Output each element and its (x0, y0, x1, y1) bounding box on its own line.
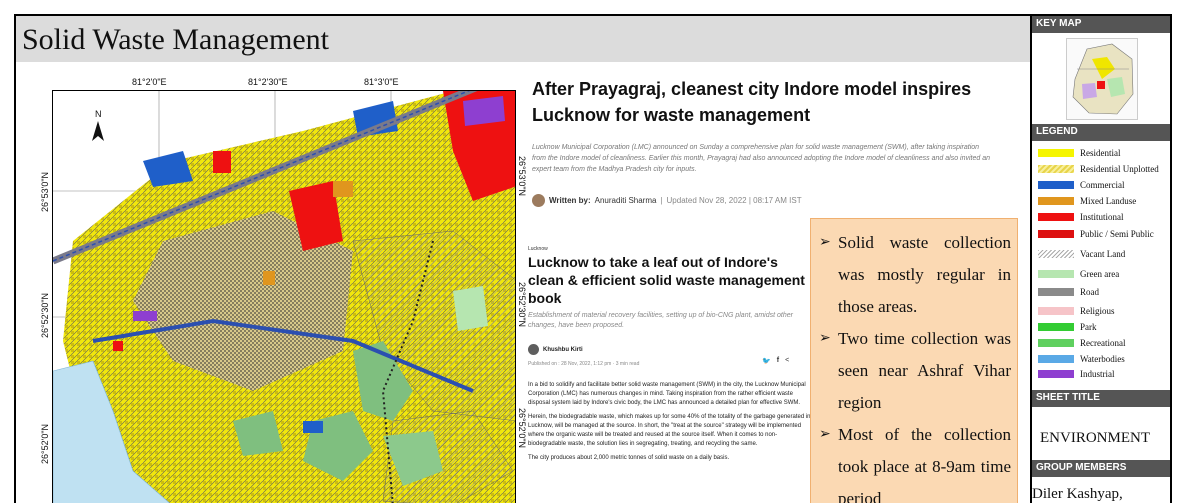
article1-byline: Written by: Anuraditi Sharma | Updated N… (532, 194, 802, 207)
legend-label: Public / Semi Public (1080, 229, 1154, 239)
legend-item: Residential (1038, 148, 1121, 158)
legend-swatch (1038, 250, 1074, 258)
legend-label: Residential (1080, 148, 1121, 158)
legend-swatch (1038, 165, 1074, 173)
legend-item: Green area (1038, 269, 1119, 279)
legend-swatch (1038, 270, 1074, 278)
article2-body: In a bid to solidify and facilitate bett… (528, 381, 812, 468)
article2-summary: Establishment of material recovery facil… (528, 312, 793, 329)
legend-label: Institutional (1080, 212, 1124, 222)
legend-item: Religious (1038, 306, 1115, 316)
legend-item: Industrial (1038, 369, 1115, 379)
map-graphic: N (53, 91, 515, 503)
legend-item: Waterbodies (1038, 354, 1125, 364)
note-text: Most of the collection took place at 8-9… (838, 425, 1011, 503)
author-avatar (532, 194, 545, 207)
article1-summary: Lucknow Municipal Corporation (LMC) anno… (532, 144, 991, 173)
legend-swatch (1038, 288, 1074, 296)
legend-label: Religious (1080, 306, 1115, 316)
legend-label: Road (1080, 287, 1099, 297)
article2-author-row: Khushbu Kirti (528, 344, 583, 355)
written-by-label: Written by: (549, 196, 591, 205)
note-text: Two time collection was seen near Ashraf… (838, 329, 1011, 412)
map-left-tick-2: 26°52'30"N (40, 292, 50, 338)
arrow-bullet-icon: ➢ (819, 331, 831, 346)
key-map-header: KEY MAP (1032, 16, 1170, 33)
legend-swatch (1038, 181, 1074, 189)
legend-label: Recreational (1080, 338, 1126, 348)
arrow-bullet-icon: ➢ (819, 235, 831, 250)
legend-swatch (1038, 323, 1074, 331)
legend-item: Recreational (1038, 338, 1125, 348)
article2-headline: Lucknow to take a leaf out of Indore's c… (528, 254, 805, 306)
legend-swatch (1038, 197, 1074, 205)
legend-header: LEGEND (1032, 124, 1170, 141)
map-top-tick-2: 81°2'30"E (248, 77, 288, 87)
legend-swatch (1038, 149, 1074, 157)
legend-item: Commercial (1038, 180, 1125, 190)
legend-label: Vacant Land (1080, 249, 1126, 259)
poster-sheet: Solid Waste Management N 81°2'0"E 81°2'3… (14, 14, 1172, 503)
facebook-icon[interactable]: f (777, 357, 779, 365)
map-right-tick-1: 26°53'0"N (517, 156, 527, 197)
share-icons: 🐦 f < (762, 357, 789, 365)
legend-label: Green area (1080, 269, 1120, 279)
twitter-icon[interactable]: 🐦 (762, 357, 771, 365)
legend-label: Waterbodies (1080, 354, 1125, 364)
group-member-name: Diler Kashyap, (1032, 486, 1123, 502)
legend-label: Park (1080, 322, 1097, 332)
arrow-bullet-icon: ➢ (819, 427, 831, 442)
sheet-title: ENVIRONMENT (1040, 430, 1150, 446)
article2-paragraph: In a bid to solidify and facilitate bett… (528, 382, 806, 406)
article1-headline: After Prayagraj, cleanest city Indore mo… (532, 79, 972, 125)
article2-paragraph: The city produces about 2,000 metric ton… (528, 455, 730, 461)
article2-paragraph: Herein, the biodegradable waste, which m… (528, 414, 811, 447)
legend-label: Mixed Landuse (1080, 196, 1137, 206)
legend-swatch (1038, 355, 1074, 363)
author-avatar (528, 344, 539, 355)
note-item: ➢ Two time collection was seen near Ashra… (819, 323, 1011, 419)
map-top-tick-3: 81°3'0"E (364, 77, 399, 87)
article2-published: Published on : 28 Nov, 2022, 1:12 pm · 3… (528, 361, 640, 367)
share-icon[interactable]: < (785, 357, 789, 365)
map-left-tick-1: 26°53'0"N (40, 171, 50, 212)
article2-section: Lucknow (528, 246, 548, 252)
legend-item: Vacant Land (1038, 249, 1125, 259)
legend-label: Industrial (1080, 369, 1115, 379)
legend-swatch (1038, 213, 1074, 221)
info-panel: KEY MAP LEGEND Residential Residential U… (1030, 16, 1170, 503)
legend-item: Road (1038, 287, 1099, 297)
legend-swatch (1038, 339, 1074, 347)
note-item: ➢ Most of the collection took place at 8-… (819, 419, 1011, 503)
sheet-title-header: SHEET TITLE (1032, 390, 1170, 407)
legend-item: Public / Semi Public (1038, 229, 1154, 239)
observation-notes: ➢ Solid waste collection was mostly regul… (810, 218, 1018, 503)
legend-swatch (1038, 370, 1074, 378)
legend-item: Park (1038, 322, 1097, 332)
legend-item: Institutional (1038, 212, 1124, 222)
key-map (1066, 38, 1138, 120)
legend-label: Residential Unplotted (1080, 164, 1159, 174)
note-text: Solid waste collection was mostly regula… (838, 233, 1011, 316)
legend-swatch (1038, 230, 1074, 238)
map-left-tick-3: 26°52'0"N (40, 423, 50, 464)
map-top-tick-1: 81°2'0"E (132, 77, 167, 87)
group-members-header: GROUP MEMBERS (1032, 460, 1170, 477)
land-use-map: N (52, 90, 516, 503)
legend-item: Mixed Landuse (1038, 196, 1136, 206)
legend-label: Commercial (1080, 180, 1125, 190)
map-right-tick-3: 26°52'0"N (517, 408, 527, 449)
page-title: Solid Waste Management (22, 23, 329, 56)
north-label: N (95, 109, 102, 119)
article2-author: Khushbu Kirti (543, 346, 583, 353)
title-bar: Solid Waste Management (16, 16, 1030, 62)
article1-author: Anuraditi Sharma (594, 196, 657, 205)
news-article-2: Lucknow Lucknow to take a leaf out of In… (528, 241, 816, 503)
news-article-1: After Prayagraj, cleanest city Indore mo… (528, 64, 1028, 234)
legend-swatch (1038, 307, 1074, 315)
note-item: ➢ Solid waste collection was mostly regul… (819, 227, 1011, 323)
map-right-tick-2: 26°52'30"N (517, 282, 527, 328)
article1-updated: Updated Nov 28, 2022 | 08:17 AM IST (666, 196, 802, 205)
legend-item: Residential Unplotted (1038, 164, 1159, 174)
